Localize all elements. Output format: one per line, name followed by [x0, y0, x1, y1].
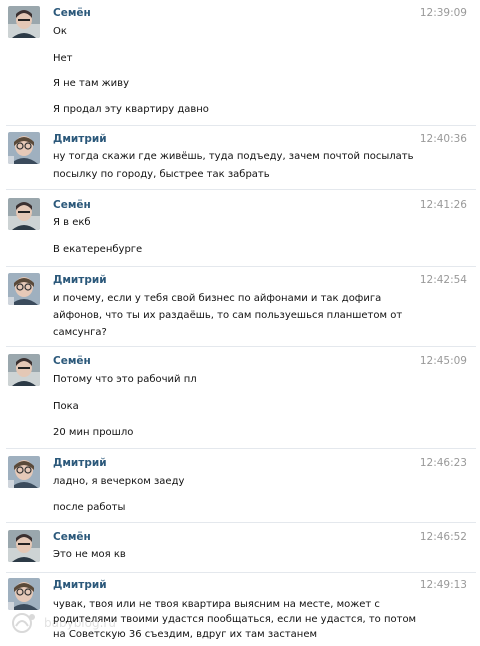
- message-divider: [6, 572, 476, 573]
- avatar[interactable]: [8, 578, 40, 610]
- timestamp: 12:46:23: [419, 457, 467, 469]
- message-text: Это не моя кв: [53, 549, 126, 560]
- message: Семён 12:41:26 Я в екб В екатеренбурге: [0, 198, 480, 264]
- message-divider: [6, 448, 476, 449]
- author-name[interactable]: Дмитрий: [53, 133, 107, 145]
- chat-history: Семён 12:39:09 Ок Нет Я не там живу Я пр…: [0, 0, 480, 646]
- timestamp: 12:39:09: [419, 7, 467, 19]
- babyblog-logo-icon: [10, 612, 38, 637]
- timestamp: 12:45:09: [419, 355, 467, 367]
- message-text: Я в екб: [53, 217, 91, 228]
- message-text: чувак, твоя или не твоя квартира выясним…: [53, 599, 380, 610]
- author-name[interactable]: Семён: [53, 355, 91, 367]
- watermark: babyblog.ru: [6, 612, 196, 634]
- avatar[interactable]: [8, 198, 40, 230]
- timestamp: 12:41:26: [419, 199, 467, 211]
- message: Дмитрий 12:40:36 ну тогда скажи где живё…: [0, 132, 480, 184]
- message-text: и почему, если у тебя свой бизнес по айф…: [53, 293, 382, 304]
- author-name[interactable]: Семён: [53, 531, 91, 543]
- avatar[interactable]: [8, 273, 40, 305]
- message-text: самсунга?: [53, 327, 107, 338]
- message-text: ладно, я вечерком заеду: [53, 476, 185, 487]
- message-text: Ок: [53, 26, 67, 37]
- author-name[interactable]: Семён: [53, 199, 91, 211]
- message-text: после работы: [53, 502, 126, 513]
- message-text: ну тогда скажи где живёшь, туда подъеду,…: [53, 151, 414, 162]
- message-text: Потому что это рабочий пл: [53, 374, 197, 385]
- message-text: Я не там живу: [53, 78, 129, 89]
- avatar[interactable]: [8, 132, 40, 164]
- message-text: Пока: [53, 401, 79, 412]
- timestamp: 12:46:52: [419, 531, 467, 543]
- message-text: Я продал эту квартиру давно: [53, 104, 209, 115]
- author-name[interactable]: Семён: [53, 7, 91, 19]
- message-text: В екатеренбурге: [53, 244, 143, 255]
- avatar[interactable]: [8, 456, 40, 488]
- message: Дмитрий 12:49:13 чувак, твоя или не твоя…: [0, 578, 480, 644]
- message-text: Нет: [53, 53, 73, 64]
- author-name[interactable]: Дмитрий: [53, 579, 107, 591]
- message: Дмитрий 12:46:23 ладно, я вечерком заеду…: [0, 456, 480, 520]
- message-divider: [6, 522, 476, 523]
- author-name[interactable]: Дмитрий: [53, 457, 107, 469]
- avatar[interactable]: [8, 530, 40, 562]
- timestamp: 12:49:13: [419, 579, 467, 591]
- message: Семён 12:46:52 Это не моя кв: [0, 530, 480, 568]
- message: Семён 12:39:09 Ок Нет Я не там живу Я пр…: [0, 6, 480, 124]
- message-divider: [6, 266, 476, 267]
- avatar[interactable]: [8, 354, 40, 386]
- author-name[interactable]: Дмитрий: [53, 274, 107, 286]
- message-divider: [6, 346, 476, 347]
- message-text: айфонов, что ты их раздаёшь, то сам поль…: [53, 310, 403, 321]
- message-text: 20 мин прошло: [53, 427, 134, 438]
- timestamp: 12:42:54: [419, 274, 467, 286]
- avatar[interactable]: [8, 6, 40, 38]
- message: Дмитрий 12:42:54 и почему, если у тебя с…: [0, 273, 480, 341]
- message-divider: [6, 125, 476, 126]
- message-text: посылку по городу, быстрее так забрать: [53, 169, 270, 180]
- watermark-text: babyblog.ru: [44, 616, 116, 630]
- message-divider: [6, 189, 476, 190]
- message: Семён 12:45:09 Потому что это рабочий пл…: [0, 354, 480, 446]
- timestamp: 12:40:36: [419, 133, 467, 145]
